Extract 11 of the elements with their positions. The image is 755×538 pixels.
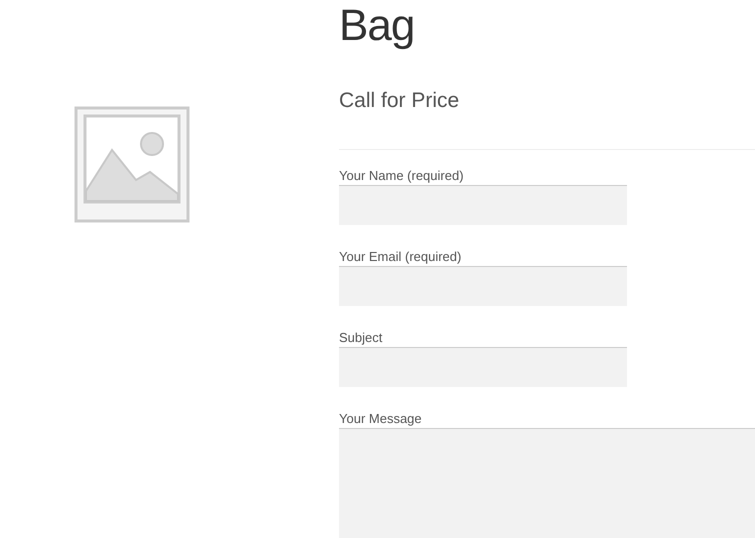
form-heading: Call for Price — [339, 88, 460, 114]
field-label: Your Email (required) — [339, 248, 462, 266]
field-label: Your Message — [339, 410, 423, 428]
product-title: Bag — [339, 0, 416, 52]
input-field[interactable] — [339, 185, 627, 225]
message-field[interactable] — [339, 428, 755, 538]
field-label: Subject — [339, 329, 384, 347]
input-field[interactable] — [339, 266, 627, 306]
input-field[interactable] — [339, 347, 627, 387]
field-label: Your Name (required) — [339, 167, 465, 185]
image-placeholder-icon — [74, 106, 190, 223]
